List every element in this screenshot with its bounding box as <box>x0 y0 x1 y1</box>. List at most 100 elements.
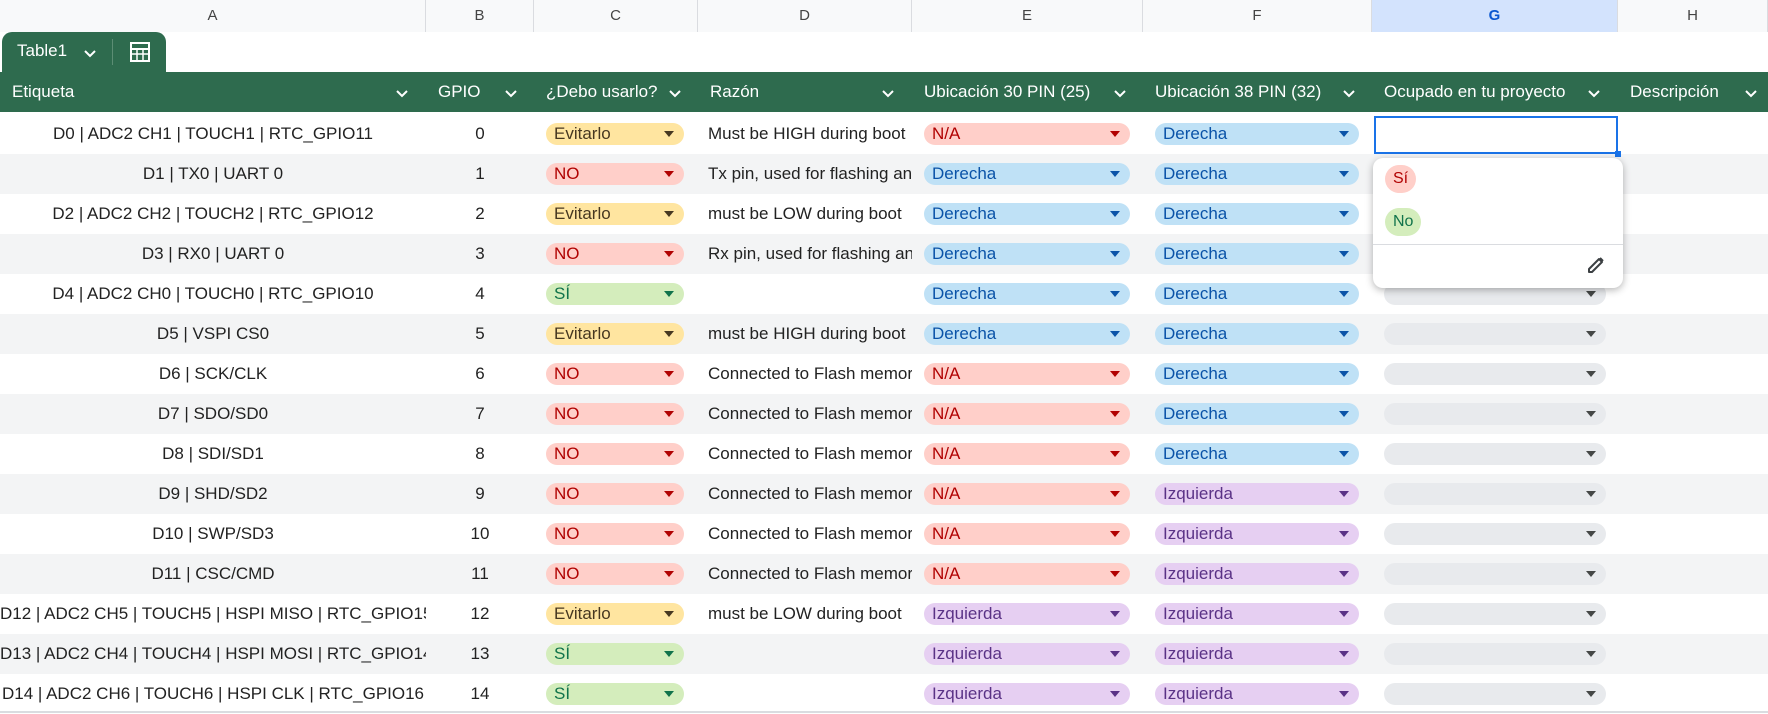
razon-cell[interactable]: Connected to Flash memory <box>698 434 912 474</box>
etiqueta-cell[interactable]: D4 | ADC2 CH0 | TOUCH0 | RTC_GPIO10 <box>0 274 426 314</box>
razon-cell[interactable] <box>698 674 912 714</box>
gpio-cell[interactable]: 5 <box>426 314 534 354</box>
chevron-down-icon[interactable] <box>395 86 409 105</box>
column-header-e[interactable]: E <box>912 0 1143 32</box>
etiqueta-cell[interactable]: D7 | SDO/SD0 <box>0 394 426 434</box>
gpio-cell[interactable]: 2 <box>426 194 534 234</box>
ubicacion-38-dropdown-chip[interactable]: Derecha <box>1155 323 1359 345</box>
ocupado-dropdown-chip[interactable] <box>1384 563 1606 585</box>
chevron-down-icon[interactable] <box>1744 86 1758 105</box>
usar-dropdown-chip[interactable]: NO <box>546 243 684 265</box>
etiqueta-cell[interactable]: D12 | ADC2 CH5 | TOUCH5 | HSPI MISO | RT… <box>0 594 426 634</box>
header-gpio[interactable]: GPIO <box>426 72 534 112</box>
usar-dropdown-chip[interactable]: NO <box>546 163 684 185</box>
ubicacion-30-dropdown-chip[interactable]: N/A <box>924 443 1130 465</box>
usar-dropdown-chip[interactable]: Evitarlo <box>546 203 684 225</box>
etiqueta-cell[interactable]: D8 | SDI/SD1 <box>0 434 426 474</box>
gpio-cell[interactable]: 13 <box>426 634 534 674</box>
dropdown-option-si[interactable]: Sí <box>1385 165 1417 193</box>
usar-dropdown-chip[interactable]: SÍ <box>546 683 684 705</box>
razon-cell[interactable]: must be HIGH during boot <box>698 314 912 354</box>
ubicacion-38-dropdown-chip[interactable]: Izquierda <box>1155 523 1359 545</box>
ocupado-dropdown-chip[interactable] <box>1384 443 1606 465</box>
pencil-icon[interactable] <box>1585 254 1607 281</box>
gpio-cell[interactable]: 8 <box>426 434 534 474</box>
header-razon[interactable]: Razón <box>698 72 912 112</box>
ubicacion-38-dropdown-chip[interactable]: Izquierda <box>1155 643 1359 665</box>
gpio-cell[interactable]: 6 <box>426 354 534 394</box>
ocupado-dropdown-chip[interactable] <box>1384 363 1606 385</box>
ubicacion-38-dropdown-chip[interactable]: Izquierda <box>1155 603 1359 625</box>
header-ubicacion-38[interactable]: Ubicación 38 PIN (32) <box>1143 72 1372 112</box>
usar-dropdown-chip[interactable]: SÍ <box>546 283 684 305</box>
etiqueta-cell[interactable]: D0 | ADC2 CH1 | TOUCH1 | RTC_GPIO11 <box>0 114 426 154</box>
usar-dropdown-chip[interactable]: Evitarlo <box>546 603 684 625</box>
gpio-cell[interactable]: 9 <box>426 474 534 514</box>
etiqueta-cell[interactable]: D5 | VSPI CS0 <box>0 314 426 354</box>
ocupado-dropdown-chip[interactable] <box>1384 403 1606 425</box>
chevron-down-icon[interactable] <box>881 86 895 105</box>
ubicacion-38-dropdown-chip[interactable]: Derecha <box>1155 243 1359 265</box>
usar-dropdown-chip[interactable]: NO <box>546 443 684 465</box>
etiqueta-cell[interactable]: D6 | SCK/CLK <box>0 354 426 394</box>
ubicacion-38-dropdown-chip[interactable]: Izquierda <box>1155 483 1359 505</box>
chevron-down-icon[interactable] <box>82 45 98 66</box>
usar-dropdown-chip[interactable]: NO <box>546 483 684 505</box>
gpio-cell[interactable]: 11 <box>426 554 534 594</box>
etiqueta-cell[interactable]: D14 | ADC2 CH6 | TOUCH6 | HSPI CLK | RTC… <box>0 674 426 714</box>
header-descripcion[interactable]: Descripción <box>1618 72 1768 112</box>
header-debo-usarlo[interactable]: ¿Debo usarlo? <box>534 72 698 112</box>
usar-dropdown-chip[interactable]: NO <box>546 563 684 585</box>
table-grid-icon[interactable] <box>129 41 151 68</box>
column-header-f[interactable]: F <box>1143 0 1372 32</box>
razon-cell[interactable]: Connected to Flash memory <box>698 354 912 394</box>
etiqueta-cell[interactable]: D3 | RX0 | UART 0 <box>0 234 426 274</box>
usar-dropdown-chip[interactable]: NO <box>546 363 684 385</box>
ubicacion-38-dropdown-chip[interactable]: Izquierda <box>1155 683 1359 705</box>
ubicacion-30-dropdown-chip[interactable]: N/A <box>924 123 1130 145</box>
usar-dropdown-chip[interactable]: Evitarlo <box>546 323 684 345</box>
chevron-down-icon[interactable] <box>668 86 682 105</box>
ubicacion-38-dropdown-chip[interactable]: Derecha <box>1155 363 1359 385</box>
ubicacion-30-dropdown-chip[interactable]: N/A <box>924 403 1130 425</box>
ubicacion-38-dropdown-chip[interactable]: Derecha <box>1155 163 1359 185</box>
column-header-d[interactable]: D <box>698 0 912 32</box>
razon-cell[interactable]: Connected to Flash memory <box>698 474 912 514</box>
razon-cell[interactable] <box>698 274 912 314</box>
usar-dropdown-chip[interactable]: NO <box>546 403 684 425</box>
chevron-down-icon[interactable] <box>1113 86 1127 105</box>
ubicacion-38-dropdown-chip[interactable]: Derecha <box>1155 443 1359 465</box>
usar-dropdown-chip[interactable]: SÍ <box>546 643 684 665</box>
razon-cell[interactable]: Connected to Flash memory <box>698 394 912 434</box>
ubicacion-38-dropdown-chip[interactable]: Derecha <box>1155 203 1359 225</box>
selected-cell[interactable] <box>1374 116 1618 154</box>
ubicacion-30-dropdown-chip[interactable]: Derecha <box>924 323 1130 345</box>
ocupado-dropdown-chip[interactable] <box>1384 323 1606 345</box>
column-header-h[interactable]: H <box>1618 0 1768 32</box>
ubicacion-38-dropdown-chip[interactable]: Derecha <box>1155 123 1359 145</box>
ocupado-dropdown-chip[interactable] <box>1384 483 1606 505</box>
ubicacion-30-dropdown-chip[interactable]: N/A <box>924 563 1130 585</box>
column-header-g[interactable]: G <box>1372 0 1618 32</box>
usar-dropdown-chip[interactable]: NO <box>546 523 684 545</box>
gpio-cell[interactable]: 0 <box>426 114 534 154</box>
ocupado-dropdown-chip[interactable] <box>1384 523 1606 545</box>
ubicacion-30-dropdown-chip[interactable]: Derecha <box>924 243 1130 265</box>
razon-cell[interactable]: must be LOW during boot <box>698 594 912 634</box>
etiqueta-cell[interactable]: D13 | ADC2 CH4 | TOUCH4 | HSPI MOSI | RT… <box>0 634 426 674</box>
ubicacion-38-dropdown-chip[interactable]: Derecha <box>1155 283 1359 305</box>
ubicacion-38-dropdown-chip[interactable]: Izquierda <box>1155 563 1359 585</box>
column-header-a[interactable]: A <box>0 0 426 32</box>
etiqueta-cell[interactable]: D10 | SWP/SD3 <box>0 514 426 554</box>
razon-cell[interactable]: Tx pin, used for flashing and debugging <box>698 154 912 194</box>
ubicacion-30-dropdown-chip[interactable]: Derecha <box>924 283 1130 305</box>
etiqueta-cell[interactable]: D9 | SHD/SD2 <box>0 474 426 514</box>
ubicacion-30-dropdown-chip[interactable]: Izquierda <box>924 643 1130 665</box>
razon-cell[interactable]: Must be HIGH during boot <box>698 114 912 154</box>
ubicacion-30-dropdown-chip[interactable]: N/A <box>924 483 1130 505</box>
ocupado-dropdown-chip[interactable] <box>1384 683 1606 705</box>
column-header-c[interactable]: C <box>534 0 698 32</box>
gpio-cell[interactable]: 12 <box>426 594 534 634</box>
table-tab[interactable]: Table1 <box>2 32 166 72</box>
usar-dropdown-chip[interactable]: Evitarlo <box>546 123 684 145</box>
